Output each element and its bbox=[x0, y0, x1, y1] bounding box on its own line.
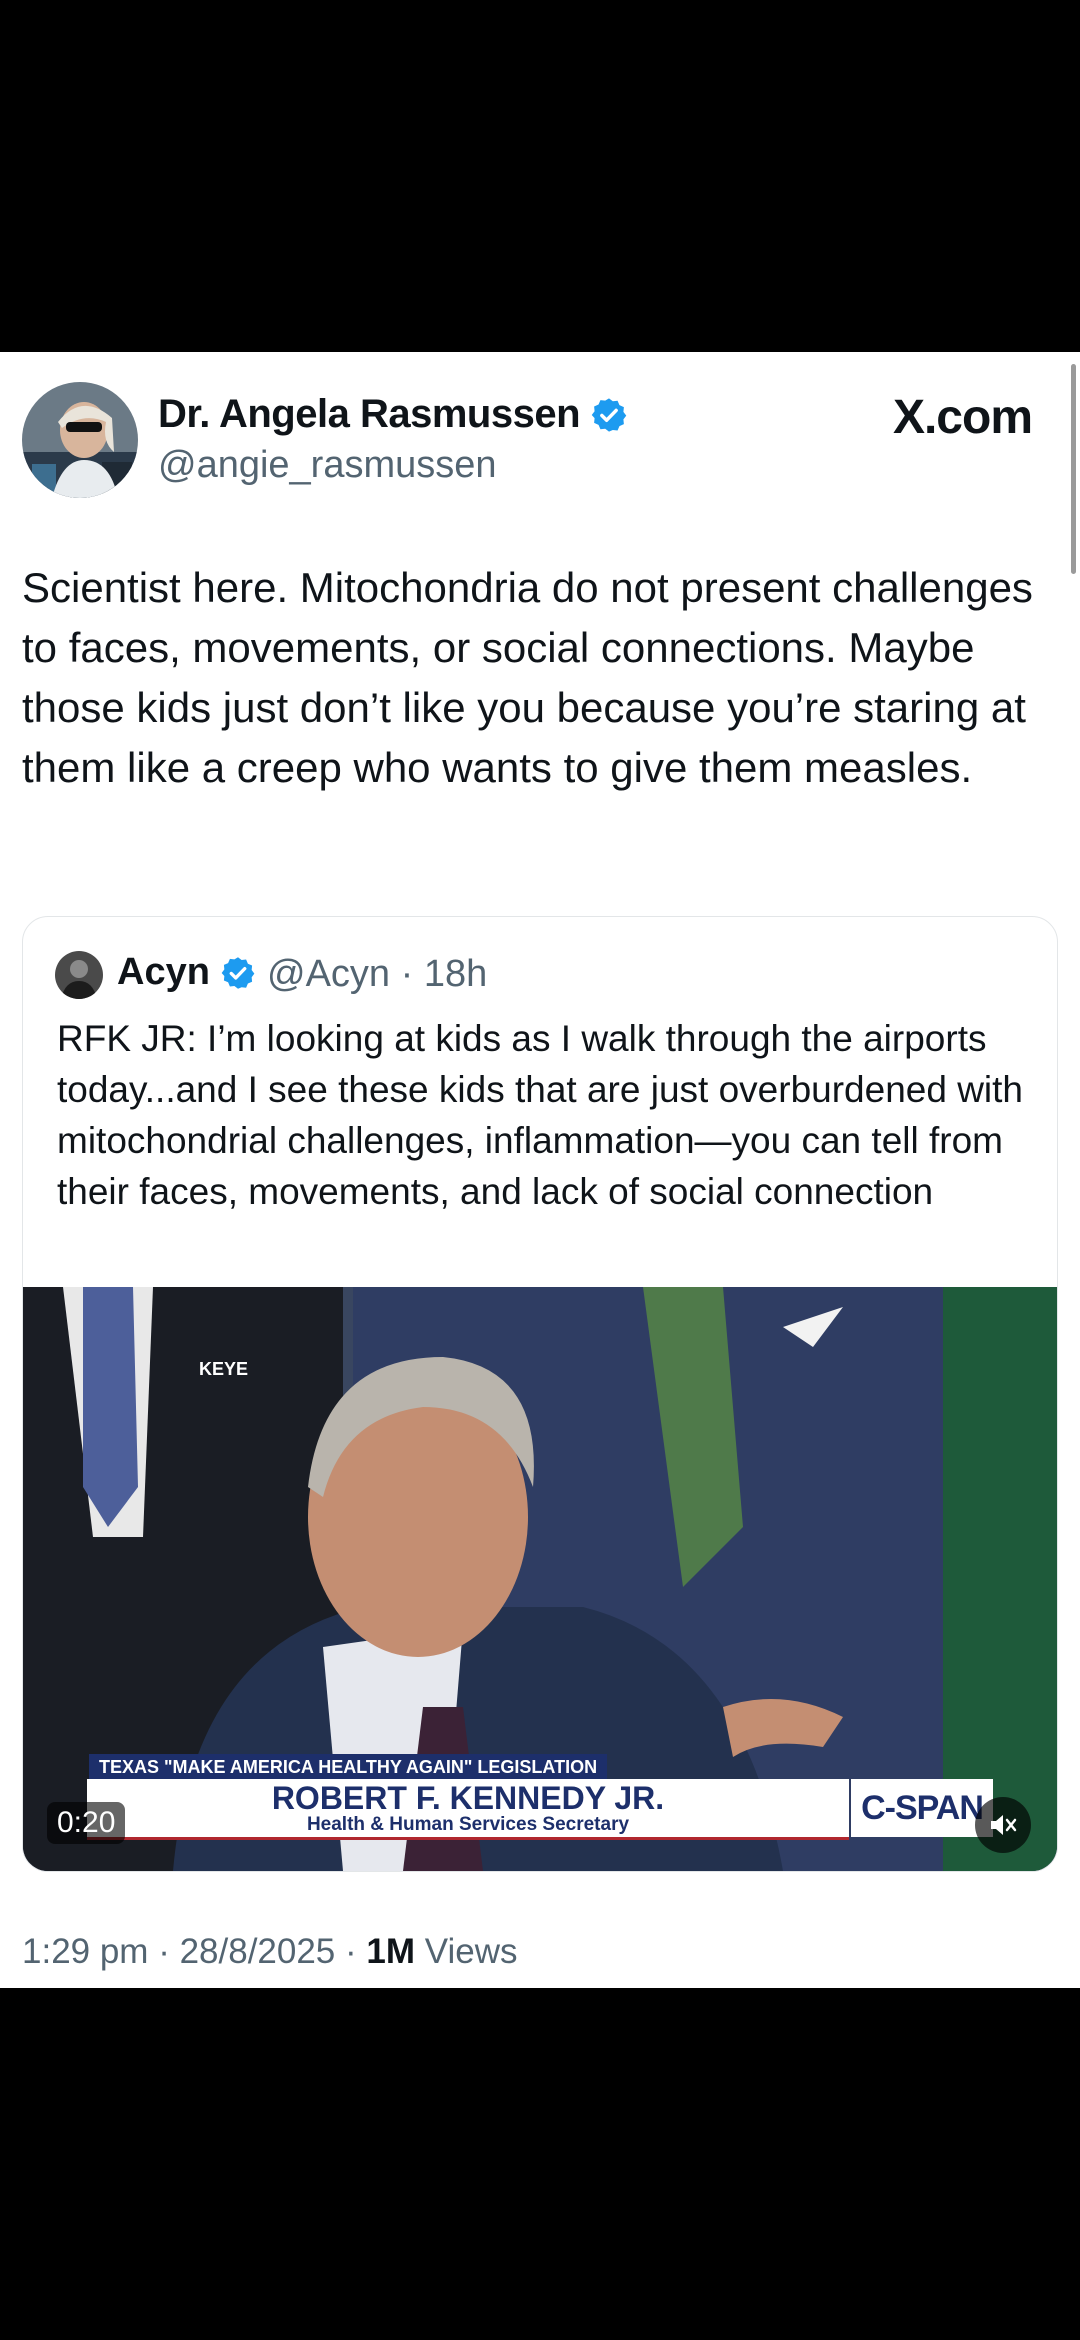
verified-badge-icon bbox=[591, 397, 627, 432]
quoted-handle-time[interactable]: @Acyn · 18h bbox=[267, 953, 487, 996]
tweet-time-date[interactable]: 1:29 pm · 28/8/2025 · bbox=[22, 1932, 366, 1971]
author-name[interactable]: Dr. Angela Rasmussen bbox=[158, 392, 628, 437]
scrollbar[interactable] bbox=[1071, 364, 1076, 574]
quoted-avatar[interactable] bbox=[55, 951, 103, 999]
video-player[interactable]: KEYE TEXAS "MAKE AMERICA HEALTHY AGAIN" … bbox=[23, 1287, 1057, 1871]
video-duration: 0:20 bbox=[47, 1802, 126, 1844]
volume-muted-icon bbox=[991, 1815, 1017, 1835]
x-logo[interactable]: X.com bbox=[893, 390, 1033, 445]
quoted-text: RFK JR: I’m looking at kids as I walk th… bbox=[57, 1018, 1024, 1212]
tweet-text: Scientist here. Mitochondria do not pres… bbox=[22, 564, 1033, 791]
author-avatar[interactable] bbox=[22, 382, 138, 498]
mute-button[interactable] bbox=[975, 1797, 1031, 1853]
chyron-title: Health & Human Services Secretary bbox=[306, 1814, 630, 1835]
chyron-topic: TEXAS "MAKE AMERICA HEALTHY AGAIN" LEGIS… bbox=[89, 1754, 608, 1780]
verified-badge-icon bbox=[221, 956, 255, 989]
network-logo: C-SPAN bbox=[851, 1779, 993, 1837]
author-handle[interactable]: @angie_rasmussen bbox=[158, 444, 497, 487]
views-count: 1M bbox=[366, 1932, 416, 1971]
author-name-text[interactable]: Dr. Angela Rasmussen bbox=[158, 392, 581, 437]
quoted-tweet[interactable]: Acyn @Acyn · 18h RFK JR: I’m looking at … bbox=[22, 916, 1058, 1872]
station-tag: KEYE bbox=[199, 1359, 249, 1379]
quoted-author-name-text[interactable]: Acyn bbox=[117, 951, 210, 994]
tweet-card: Dr. Angela Rasmussen @angie_rasmussen X.… bbox=[0, 352, 1080, 1988]
chyron-name: ROBERT F. KENNEDY JR. bbox=[271, 1780, 665, 1816]
tweet-metadata: 1:29 pm · 28/8/2025 · 1M Views bbox=[22, 1932, 517, 1972]
chyron-divider bbox=[87, 1837, 849, 1840]
quoted-author-name[interactable]: Acyn bbox=[117, 951, 256, 994]
views-label: Views bbox=[415, 1932, 518, 1971]
chyron: ROBERT F. KENNEDY JR. Health & Human Ser… bbox=[87, 1779, 849, 1837]
